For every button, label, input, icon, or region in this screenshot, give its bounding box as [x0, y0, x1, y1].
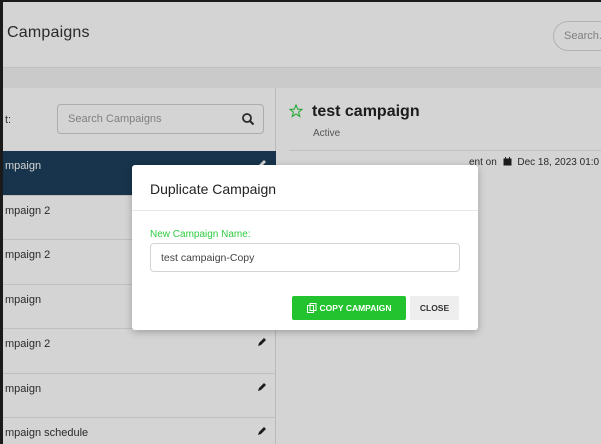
dialog-divider — [132, 210, 478, 211]
campaign-name-input[interactable] — [150, 243, 460, 272]
app-window: Campaigns Search.. t: Search Campaigns m… — [0, 0, 601, 444]
duplicate-campaign-dialog: Duplicate Campaign New Campaign Name: CO… — [132, 165, 478, 330]
copy-icon — [306, 303, 317, 313]
close-button[interactable]: CLOSE — [410, 296, 459, 320]
copy-campaign-label: COPY CAMPAIGN — [319, 303, 392, 313]
copy-campaign-button[interactable]: COPY CAMPAIGN — [292, 296, 406, 320]
campaign-name-label: New Campaign Name: — [150, 229, 251, 240]
dialog-title: Duplicate Campaign — [150, 181, 277, 197]
